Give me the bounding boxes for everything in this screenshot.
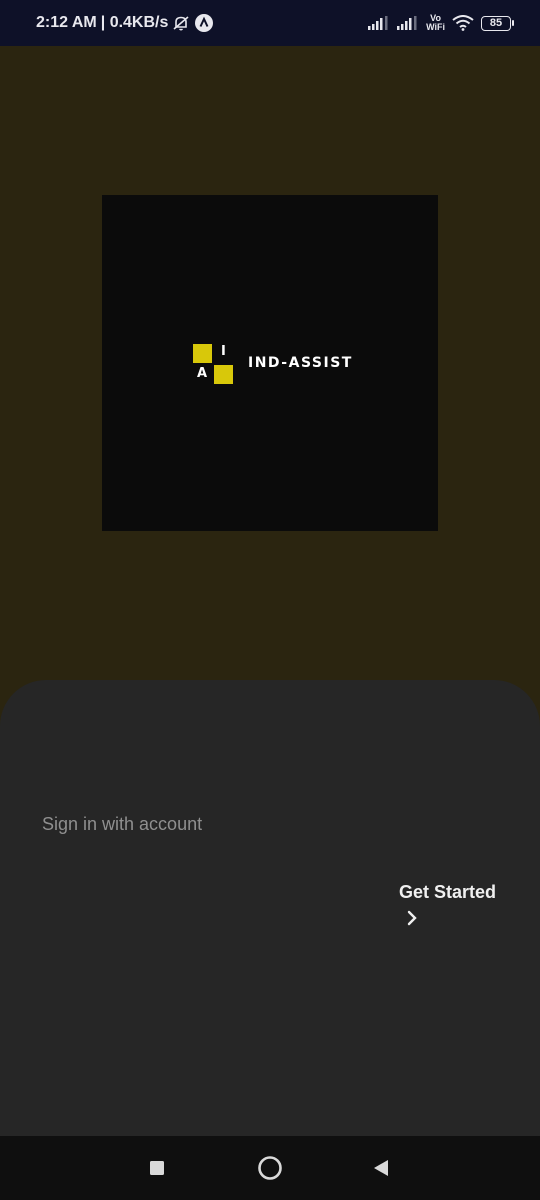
status-left: 2:12 AM | 0.4KB/s: [36, 13, 214, 33]
get-started-button[interactable]: Get Started: [399, 882, 496, 903]
recents-icon[interactable]: [143, 1154, 171, 1182]
bottom-sheet: Sign in with account Get Started: [0, 680, 540, 1136]
vowifi-indicator: Vo WiFi: [426, 14, 445, 32]
app-logo: I A IND-ASSIST: [102, 195, 438, 531]
network-speed: | 0.4KB/s: [100, 14, 169, 31]
signal-icon: [368, 16, 390, 30]
navigation-bar: [0, 1136, 540, 1200]
status-bar: 2:12 AM | 0.4KB/s Vo WiFi 85: [0, 0, 540, 46]
wifi-icon: [452, 15, 474, 31]
status-right: Vo WiFi 85: [368, 14, 514, 32]
signin-with-account-label: Sign in with account: [42, 814, 203, 834]
logo-mark: I A: [193, 344, 235, 384]
logo-letter-i: I: [221, 344, 226, 359]
status-time: 2:12 AM: [36, 14, 97, 31]
logo-square-bottom: [214, 365, 233, 384]
back-icon[interactable]: [367, 1154, 395, 1182]
logo-letter-a: A: [197, 366, 208, 381]
signal-icon-2: [397, 16, 419, 30]
chevron-right-icon[interactable]: [404, 909, 420, 927]
brand-name: IND-ASSIST: [248, 355, 353, 371]
battery-tip: [512, 20, 514, 26]
bell-off-icon: [172, 14, 190, 32]
battery-level: 85: [481, 15, 511, 31]
app-notification-icon: [194, 13, 214, 33]
vowifi-bottom: WiFi: [426, 22, 445, 32]
home-icon[interactable]: [256, 1154, 284, 1182]
logo-square-top: [193, 344, 212, 363]
battery-icon: 85: [481, 15, 514, 31]
